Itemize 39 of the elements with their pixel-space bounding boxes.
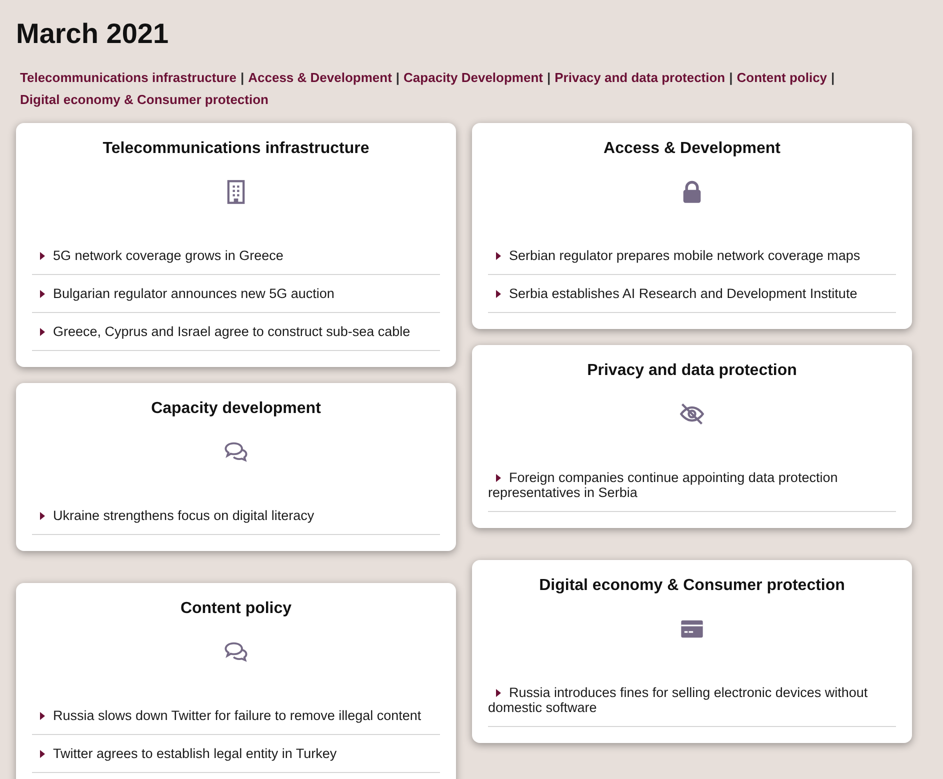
category-link[interactable]: Access & Development: [248, 67, 392, 89]
card-title: Digital economy & Consumer protection: [539, 576, 845, 596]
card-title: Capacity development: [151, 399, 321, 419]
eye-slash-icon: [679, 401, 705, 427]
news-link[interactable]: Russia slows down Twitter for failure to remove illegal content: [32, 697, 440, 735]
caret-icon: [40, 252, 45, 260]
caret-icon: [40, 328, 45, 336]
caret-icon: [40, 290, 45, 298]
card-title: Content policy: [180, 599, 292, 619]
category-link[interactable]: Capacity Development: [404, 67, 543, 89]
news-link[interactable]: Bulgarian regulator announces new 5G auction: [32, 275, 440, 313]
caret-icon: [496, 689, 501, 697]
card-title: Access & Development: [604, 139, 780, 159]
separator: |: [396, 69, 400, 87]
category-link[interactable]: Content policy: [736, 67, 828, 89]
news-link[interactable]: Serbian regulator prepares mobile network coverage maps: [488, 237, 896, 275]
news-link[interactable]: Foreign companies continue appointing data protection representatives in Serbia: [488, 459, 896, 512]
news-link[interactable]: Serbia establishes AI Research and Development Institute: [488, 275, 896, 313]
separator: |: [831, 69, 835, 87]
category-link[interactable]: Privacy and data protection: [554, 67, 726, 89]
caret-icon: [40, 712, 45, 720]
page-title: March 2021: [16, 17, 169, 51]
caret-icon: [496, 474, 501, 482]
separator: |: [546, 69, 551, 87]
category-link[interactable]: Digital economy & Consumer protection: [20, 89, 268, 111]
separator: |: [729, 69, 733, 87]
card-title: Privacy and data protection: [587, 361, 797, 381]
card-title: Telecommunications infrastructure: [102, 139, 370, 159]
caret-icon: [40, 512, 45, 520]
category-link[interactable]: Telecommunications infrastructure: [20, 67, 236, 89]
separator: |: [240, 69, 244, 87]
caret-icon: [496, 290, 501, 298]
news-link[interactable]: Ukraine strengthens focus on digital literacy: [32, 497, 440, 535]
caret-icon: [40, 750, 45, 758]
news-link[interactable]: Russia introduces fines for selling electronic devices without domestic software: [488, 674, 896, 727]
news-link[interactable]: Twitter agrees to establish legal entity in Turkey: [32, 735, 440, 773]
news-link[interactable]: Greece, Cyprus and Israel agree to construct sub-sea cable: [32, 313, 440, 351]
news-link[interactable]: 5G network coverage grows in Greece: [32, 237, 440, 275]
caret-icon: [496, 252, 501, 260]
